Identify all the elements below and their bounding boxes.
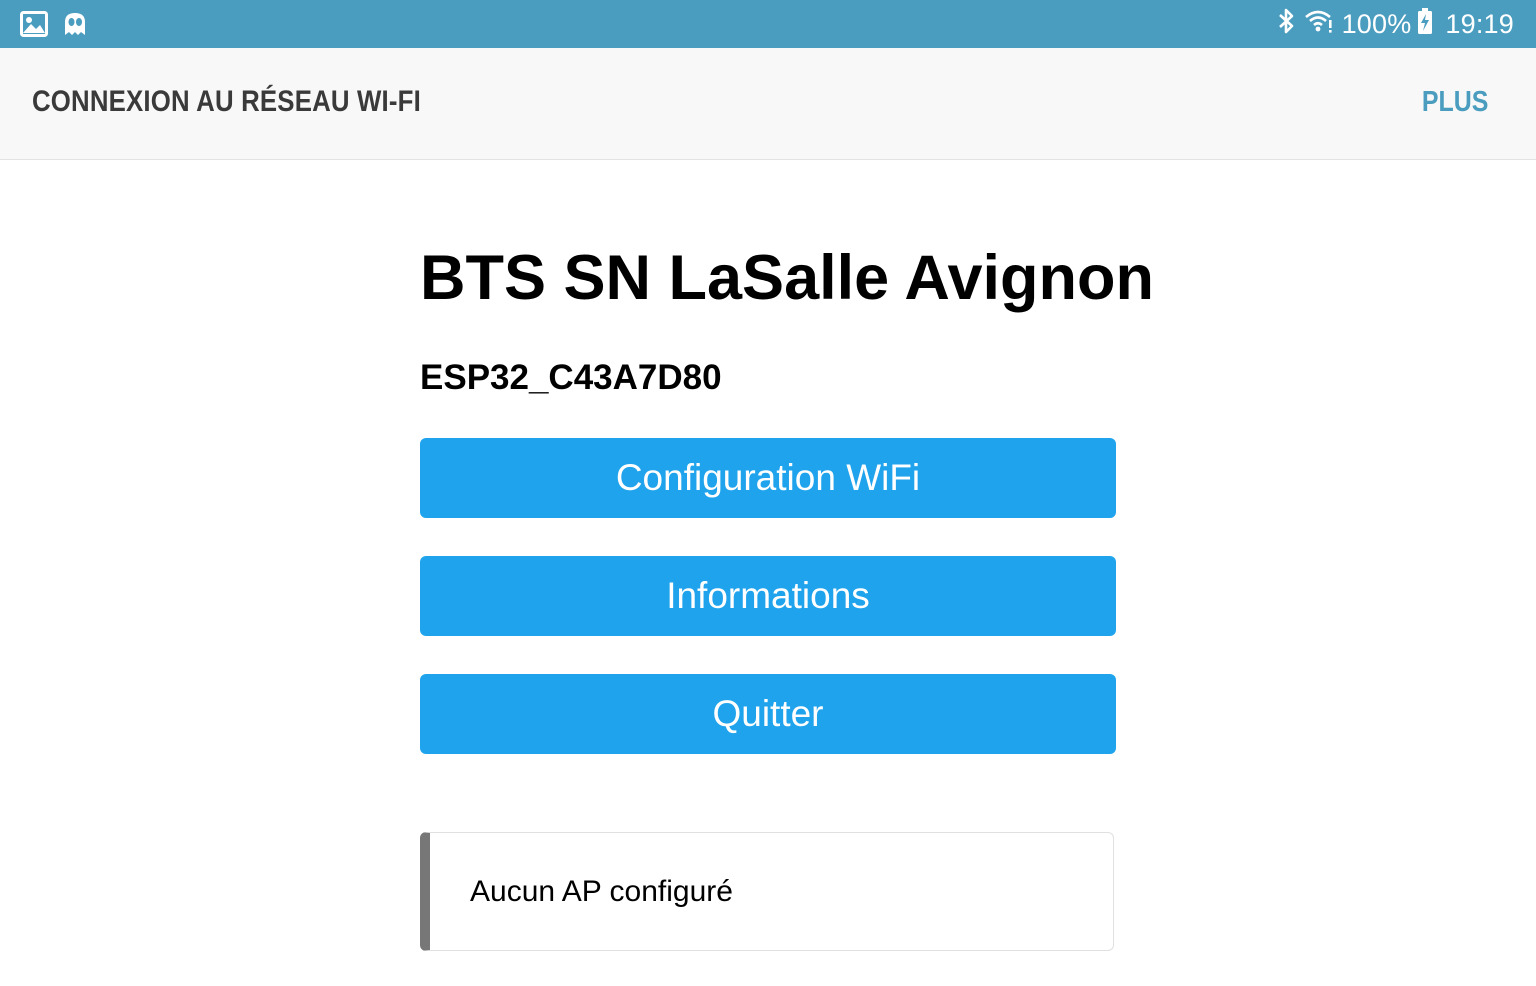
battery-level: 100% [1341,8,1412,39]
clock: 19:19 [1445,8,1514,39]
ghost-app-icon [62,11,88,37]
portal-heading: BTS SN LaSalle Avignon [420,243,1154,313]
page-title: CONNEXION AU RÉSEAU WI-FI [32,85,421,118]
wifi-icon [1304,8,1334,41]
app-bar: CONNEXION AU RÉSEAU WI-FI PLUS [0,48,1536,160]
status-bar: 100% 19:19 [0,0,1536,48]
device-id: ESP32_C43A7D80 [420,358,722,397]
more-button[interactable]: PLUS [1421,86,1488,119]
wifi-configuration-button[interactable]: Configuration WiFi [420,438,1116,518]
status-message: Aucun AP configuré [470,875,733,908]
notification-icons [20,10,102,38]
bluetooth-icon [1276,7,1296,42]
battery-charging-icon [1417,7,1433,42]
quit-button[interactable]: Quitter [420,674,1116,754]
system-status: 100% 19:19 [1276,0,1514,48]
gallery-icon [20,11,48,37]
status-message-box: Aucun AP configuré [420,832,1114,951]
informations-button[interactable]: Informations [420,556,1116,636]
